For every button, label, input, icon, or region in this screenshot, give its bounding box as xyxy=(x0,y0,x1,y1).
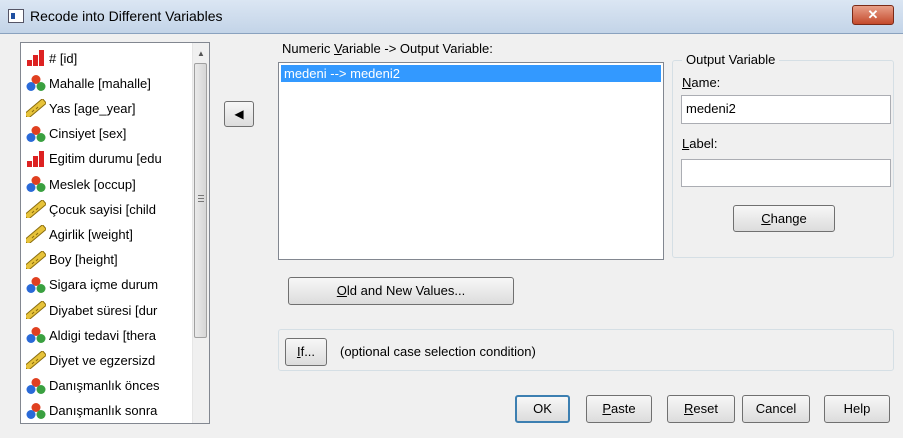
output-variable-legend: Output Variable xyxy=(682,52,780,67)
variable-list[interactable]: # [id] Mahalle [mahalle] Yas [age_year] Cin… xyxy=(20,42,210,424)
scale-ruler-icon xyxy=(26,224,48,246)
change-button[interactable]: Change xyxy=(733,205,835,232)
variable-label: Sigara içme durum xyxy=(49,277,159,293)
if-condition-text: (optional case selection condition) xyxy=(340,344,536,359)
list-item[interactable]: Meslek [occup] xyxy=(26,173,194,195)
numeric-variable-label: Numeric Variable -> Output Variable: xyxy=(282,41,493,56)
variable-label: Cinsiyet [sex] xyxy=(49,126,127,142)
nominal-circles-icon xyxy=(26,326,46,344)
scale-ruler-icon xyxy=(26,249,48,271)
nominal-circles-icon xyxy=(26,402,46,420)
reset-button[interactable]: Reset xyxy=(667,395,735,423)
list-item[interactable]: Çocuk sayisi [child xyxy=(26,198,194,221)
cancel-button[interactable]: Cancel xyxy=(742,395,810,423)
variable-label: Diyabet süresi [dur xyxy=(49,302,158,318)
scroll-up-icon[interactable]: ▲ xyxy=(193,45,209,62)
title-bar: Recode into Different Variables ✕ xyxy=(0,0,903,34)
name-input[interactable]: medeni2 xyxy=(681,95,891,124)
list-item[interactable]: Boy [height] xyxy=(26,249,194,271)
variable-label: Egitim durumu [edu xyxy=(49,151,162,167)
variable-label: Yas [age_year] xyxy=(49,100,136,116)
name-label: Name: xyxy=(682,75,721,90)
scale-ruler-icon xyxy=(26,98,48,120)
list-item[interactable]: Yas [age_year] xyxy=(26,97,194,120)
nominal-circles-icon xyxy=(26,175,46,193)
move-variable-button[interactable]: ◀ xyxy=(224,101,254,127)
help-button[interactable]: Help xyxy=(824,395,890,423)
list-item[interactable]: Danışmanlık önces xyxy=(26,375,194,397)
variable-label: Çocuk sayisi [child xyxy=(49,201,156,217)
if-button[interactable]: If... xyxy=(285,338,327,366)
nominal-circles-icon xyxy=(26,125,46,143)
label-label: Label: xyxy=(682,136,718,151)
list-item[interactable]: Mahalle [mahalle] xyxy=(26,72,194,94)
list-item[interactable]: medeni --> medeni2 xyxy=(281,65,661,82)
list-item[interactable]: Danışmanlık sonra xyxy=(26,400,194,422)
variable-label: Boy [height] xyxy=(49,252,118,268)
list-item[interactable]: Sigara içme durum xyxy=(26,274,194,296)
app-icon xyxy=(8,9,24,23)
old-new-values-button[interactable]: Old and New Values... xyxy=(288,277,514,305)
ordinal-bar-icon xyxy=(26,49,46,67)
variable-label: # [id] xyxy=(49,50,78,66)
list-item[interactable]: Cinsiyet [sex] xyxy=(26,123,194,145)
scale-ruler-icon xyxy=(26,299,48,321)
variable-label: Danışmanlık önces xyxy=(49,378,160,394)
variable-label: Danışmanlık sonra xyxy=(49,403,158,419)
nominal-circles-icon xyxy=(26,74,46,92)
label-input[interactable] xyxy=(681,159,891,187)
scale-ruler-icon xyxy=(26,350,48,372)
list-item[interactable]: Egitim durumu [edu xyxy=(26,148,194,170)
scale-ruler-icon xyxy=(26,199,48,221)
nominal-circles-icon xyxy=(26,276,46,294)
ordinal-bar-icon xyxy=(26,150,46,168)
list-item[interactable]: Aldigi tedavi [thera xyxy=(26,324,194,346)
window-title: Recode into Different Variables xyxy=(30,8,223,24)
numeric-output-list[interactable]: medeni --> medeni2 xyxy=(278,62,664,260)
nominal-circles-icon xyxy=(26,377,46,395)
variable-label: Aldigi tedavi [thera xyxy=(49,327,156,343)
paste-button[interactable]: Paste xyxy=(586,395,652,423)
scroll-thumb[interactable] xyxy=(194,63,207,338)
list-item[interactable]: # [id] xyxy=(26,47,194,69)
list-item[interactable]: Agirlik [weight] xyxy=(26,223,194,246)
variable-list-scrollbar[interactable]: ▲ xyxy=(192,43,209,423)
list-item[interactable]: Diyet ve egzersizd xyxy=(26,349,194,372)
list-item[interactable]: Diyabet süresi [dur xyxy=(26,299,194,321)
variable-label: Diyet ve egzersizd xyxy=(49,352,156,368)
ok-button[interactable]: OK xyxy=(515,395,570,423)
variable-label: Agirlik [weight] xyxy=(49,226,133,242)
close-button[interactable]: ✕ xyxy=(852,5,894,25)
variable-label: Mahalle [mahalle] xyxy=(49,75,151,91)
variable-label: Meslek [occup] xyxy=(49,176,136,192)
